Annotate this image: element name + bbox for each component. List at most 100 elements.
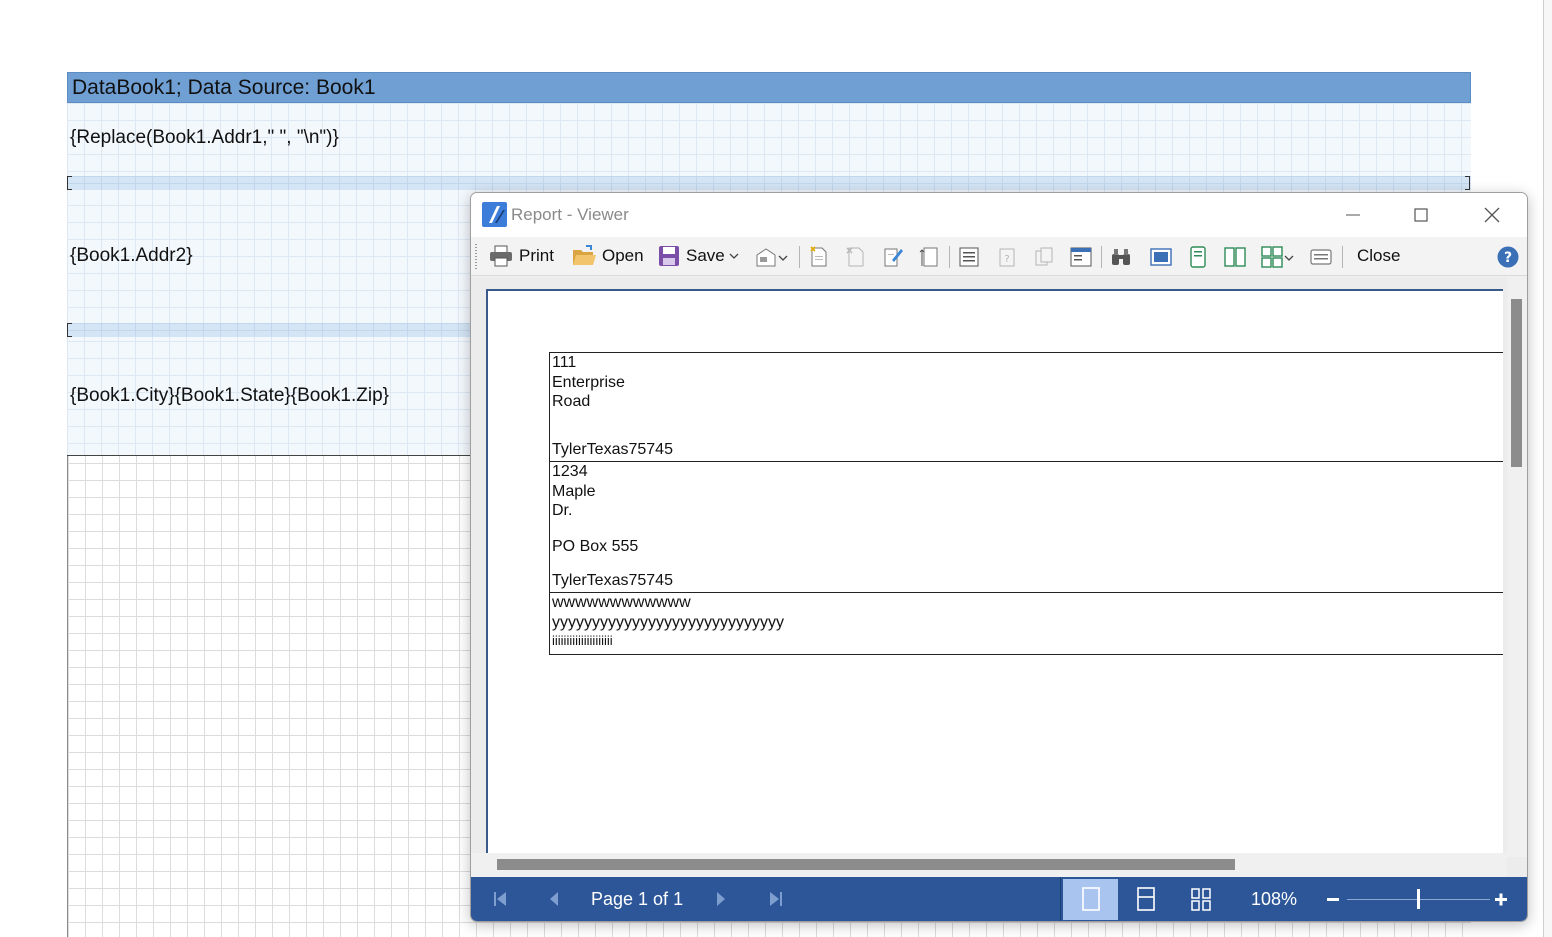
- title-bar[interactable]: Report - Viewer: [471, 193, 1527, 237]
- band-marker-left: [67, 176, 72, 190]
- record-line: yyyyyyyyyyyyyyyyyyyyyyyyyyyyy: [552, 614, 784, 631]
- toolbar-separator: [799, 246, 800, 268]
- multiple-pages-view-icon: [1191, 888, 1211, 911]
- maximize-button[interactable]: [1398, 199, 1444, 231]
- band-marker-left: [67, 323, 72, 337]
- screen: DataBook1; Data Source: Book1 {Replace(B…: [0, 0, 1552, 937]
- vertical-scrollbar[interactable]: [1507, 277, 1527, 857]
- chevron-down-icon[interactable]: [777, 246, 789, 268]
- delete-page-icon[interactable]: [845, 246, 867, 268]
- chevron-down-icon[interactable]: [1283, 246, 1295, 268]
- table-of-contents-icon[interactable]: [958, 246, 980, 268]
- band-separator[interactable]: [67, 176, 1471, 190]
- zoom-slider-thumb[interactable]: [1417, 889, 1420, 909]
- report-record: wwwwwwwwwwww yyyyyyyyyyyyyyyyyyyyyyyyyyy…: [549, 592, 1503, 655]
- resources-icon[interactable]: [1033, 246, 1055, 268]
- new-page-icon[interactable]: [808, 246, 830, 268]
- viewer-toolbar: Print Open Save ? Close ?: [471, 237, 1527, 276]
- next-page-button[interactable]: [708, 886, 734, 912]
- close-label: Close: [1357, 246, 1401, 265]
- editor-icon[interactable]: [1070, 246, 1092, 268]
- find-binoculars-icon[interactable]: [1110, 246, 1132, 268]
- plus-icon: [1495, 893, 1507, 906]
- view-multiple-pages-button[interactable]: [1188, 886, 1214, 912]
- record-line: PO Box 555: [552, 538, 639, 555]
- report-page: 111 Enterprise Road TylerTexas75745 1234…: [486, 289, 1503, 859]
- page-indicator: Page 1 of 1: [591, 889, 684, 909]
- toolbar-separator: [1342, 246, 1343, 268]
- save-button[interactable]: Save: [658, 242, 740, 270]
- report-record: 1234 Maple Dr. PO Box 555 TylerTexas7574…: [549, 461, 1503, 593]
- single-page-view-icon: [1082, 887, 1100, 911]
- printer-icon: [490, 245, 512, 267]
- print-button[interactable]: Print: [489, 242, 554, 270]
- horizontal-scroll-thumb[interactable]: [497, 859, 1235, 870]
- first-page-icon: [494, 892, 506, 906]
- last-page-icon: [770, 892, 782, 906]
- minimize-icon: [1346, 214, 1360, 216]
- zoom-out-button[interactable]: [1320, 886, 1346, 912]
- send-email-icon[interactable]: [755, 246, 777, 268]
- report-viewer-icon: [482, 202, 507, 227]
- two-pages-icon[interactable]: [1224, 246, 1246, 268]
- field-addr1[interactable]: {Replace(Book1.Addr1," ", "\n")}: [70, 127, 339, 149]
- record-line: iiiiiiiiiiiiiiiiiiiii: [552, 633, 613, 648]
- svg-text:?: ?: [1004, 254, 1009, 265]
- page-size-icon[interactable]: [919, 246, 941, 268]
- help-icon[interactable]: ?: [1497, 246, 1519, 268]
- zoom-level: 108%: [1251, 889, 1298, 909]
- record-line: wwwwwwwwwwww: [552, 594, 691, 611]
- record-line: Dr.: [552, 502, 573, 519]
- record-line: 1234: [552, 463, 588, 480]
- vertical-scroll-thumb[interactable]: [1511, 299, 1522, 467]
- save-icon: [659, 246, 679, 266]
- toolbar-separator: [949, 246, 950, 268]
- view-single-page-button[interactable]: [1078, 886, 1104, 912]
- field-addr2[interactable]: {Book1.Addr2}: [70, 245, 193, 267]
- close-viewer-button[interactable]: Close: [1351, 242, 1400, 270]
- edit-page-icon[interactable]: [882, 246, 904, 268]
- report-viewer-window[interactable]: Report - Viewer Print Open Save ? Close …: [470, 192, 1528, 922]
- record-line: Enterprise: [552, 374, 625, 391]
- data-band-header[interactable]: DataBook1; Data Source: Book1: [67, 72, 1471, 103]
- next-page-icon: [717, 892, 725, 906]
- minus-icon: [1327, 898, 1339, 901]
- parameters-icon[interactable]: ?: [996, 246, 1018, 268]
- print-label: Print: [519, 246, 554, 265]
- minimize-button[interactable]: [1330, 199, 1376, 231]
- svg-text:?: ?: [1504, 250, 1512, 266]
- multiple-pages-icon[interactable]: [1261, 246, 1283, 268]
- close-window-button[interactable]: [1469, 199, 1515, 231]
- previous-page-button[interactable]: [541, 886, 567, 912]
- record-line: TylerTexas75745: [552, 441, 673, 458]
- band-marker-right: [1465, 176, 1470, 190]
- view-continuous-button[interactable]: [1133, 886, 1159, 912]
- status-bar: Page 1 of 1 108%: [471, 877, 1527, 921]
- horizontal-scrollbar[interactable]: [471, 853, 1507, 877]
- toolbar-separator: [1101, 246, 1102, 268]
- status-divider: [1060, 877, 1061, 921]
- window-title: Report - Viewer: [511, 205, 629, 224]
- preview-canvas[interactable]: 111 Enterprise Road TylerTexas75745 1234…: [471, 277, 1527, 877]
- previous-page-icon: [550, 892, 558, 906]
- open-button[interactable]: Open: [572, 242, 644, 270]
- full-screen-icon[interactable]: [1150, 246, 1172, 268]
- zoom-in-button[interactable]: [1488, 886, 1514, 912]
- toolbar-grip[interactable]: [475, 244, 477, 270]
- single-page-icon[interactable]: [1187, 246, 1209, 268]
- continuous-view-icon: [1137, 887, 1155, 911]
- report-record: 111 Enterprise Road TylerTexas75745: [549, 352, 1503, 462]
- close-icon: [1484, 207, 1500, 223]
- field-city-state-zip[interactable]: {Book1.City}{Book1.State}{Book1.Zip}: [70, 385, 389, 407]
- open-label: Open: [602, 246, 644, 265]
- record-line: Maple: [552, 483, 596, 500]
- first-page-button[interactable]: [487, 886, 513, 912]
- folder-open-icon: [573, 245, 596, 265]
- save-label: Save: [686, 246, 725, 265]
- chevron-down-icon: [729, 253, 739, 259]
- record-line: TylerTexas75745: [552, 572, 673, 589]
- record-line: 111: [552, 354, 577, 371]
- page-width-icon[interactable]: [1310, 246, 1332, 268]
- last-page-button[interactable]: [763, 886, 789, 912]
- maximize-icon: [1414, 208, 1428, 222]
